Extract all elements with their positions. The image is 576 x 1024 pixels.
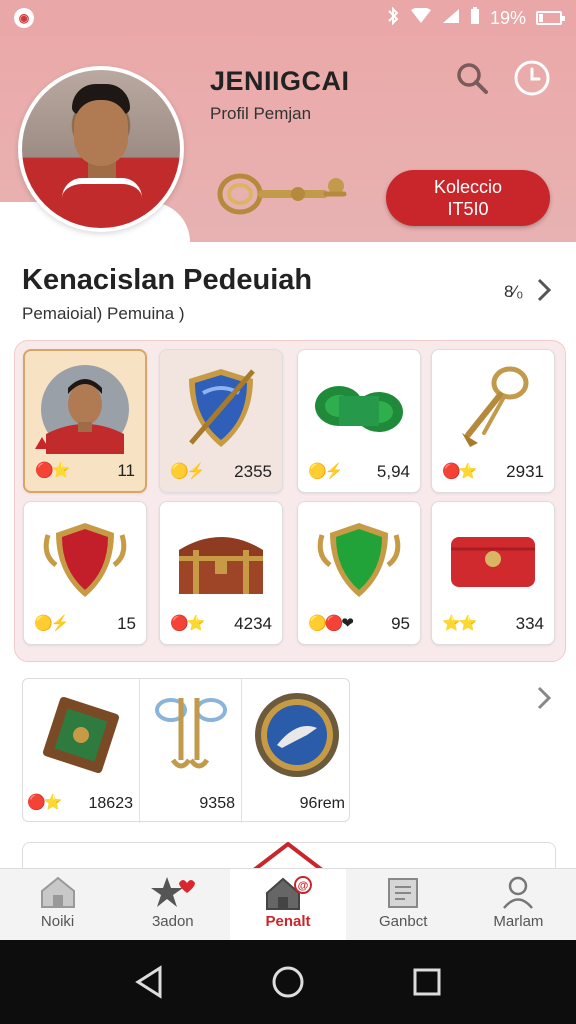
grid-card-player[interactable]: 🔴⭐ 11 <box>23 349 147 493</box>
green-book-icon <box>23 685 139 785</box>
active-tab-indicator <box>252 841 324 872</box>
card-value: 11 <box>117 461 135 480</box>
card-badges: 🔴⭐ <box>170 615 205 632</box>
nav-label: Ganbct <box>379 913 428 930</box>
row-item-scissors-key[interactable]: 9358 <box>139 679 241 823</box>
signal-icon <box>442 8 460 29</box>
card-badges: 🔴⭐ <box>35 462 70 479</box>
home-icon <box>38 875 78 913</box>
section-subtitle: Pemaioial) Pemuina ) <box>22 304 185 323</box>
card-badges: 🟡⚡ <box>170 463 205 480</box>
red-crest-icon <box>24 510 146 610</box>
collection-button-label: Koleccio <box>433 177 503 197</box>
nav-label: Penalt <box>265 913 311 930</box>
grid-card-blue-shield[interactable]: 🟡⚡ 2355 <box>159 349 283 493</box>
nav-item-profile[interactable]: Marlam <box>461 869 576 940</box>
card-value: 2355 <box>234 462 272 481</box>
nav-label: Noiki <box>40 913 75 930</box>
treasure-chest-icon <box>160 510 282 610</box>
system-nav-bar <box>0 940 576 1024</box>
clock-icon[interactable] <box>512 58 552 98</box>
chevron-right-icon[interactable] <box>532 686 556 710</box>
item-value: 96rem <box>299 795 345 812</box>
bottom-nav: Noiki 3adon @ Penalt Ganbct Marlam <box>0 868 576 940</box>
green-scroll-icon <box>298 358 420 458</box>
status-bar: ◉ 19% <box>0 0 576 36</box>
golden-key-icon <box>214 164 354 225</box>
item-value: 18623 <box>88 795 134 812</box>
document-icon <box>385 875 421 913</box>
red-wallet-icon <box>432 510 554 610</box>
chevron-right-icon[interactable] <box>532 278 556 302</box>
collection-button[interactable]: Koleccio IT5I0 <box>386 170 550 226</box>
battery-percent: 19% <box>489 7 526 28</box>
golden-key-item-icon <box>432 358 554 458</box>
row-item-blue-emblem[interactable]: 96rem <box>241 679 351 823</box>
blue-shield-icon <box>160 358 282 458</box>
grid-card-green-shield[interactable]: 🟡🔴❤ 95 <box>297 501 421 645</box>
section-count: 8⁄₀ <box>504 282 524 301</box>
card-value: 2931 <box>506 462 544 481</box>
recents-icon[interactable] <box>405 960 449 1004</box>
svg-text:@: @ <box>298 880 309 892</box>
grid-card-treasure-chest[interactable]: 🔴⭐ 4234 <box>159 501 283 645</box>
grid-card-golden-key[interactable]: 🔴⭐ 2931 <box>431 349 555 493</box>
nav-label: 3adon <box>151 913 194 930</box>
card-badges: 🔴⭐ <box>442 463 477 480</box>
blue-emblem-icon <box>242 685 351 785</box>
card-value: 95 <box>391 614 410 633</box>
scissors-key-icon <box>140 685 241 785</box>
home-badge-icon: @ <box>263 875 313 915</box>
item-badges: 🔴⭐ <box>27 794 62 811</box>
item-row: 🔴⭐ 18623 9358 96rem <box>22 678 351 823</box>
alert-icon <box>35 437 49 449</box>
back-icon[interactable] <box>127 960 171 1004</box>
row-item-green-book[interactable]: 🔴⭐ 18623 <box>23 679 139 823</box>
nav-item-document[interactable]: Ganbct <box>346 869 461 940</box>
card-badges: 🟡🔴❤ <box>308 615 354 632</box>
collection-grid: 🔴⭐ 11 🟡⚡ 2355 🟡⚡ 5,94 🔴⭐ 2931 🟡⚡ 15 🔴⭐ 4… <box>14 340 566 662</box>
collection-button-count: IT5I0 <box>447 199 489 219</box>
green-shield-icon <box>298 510 420 610</box>
card-value: 334 <box>515 614 544 633</box>
profile-header: JENIIGCAI Profil Pemjan Koleccio IT5I0 <box>0 36 576 242</box>
player-photo <box>22 70 180 228</box>
card-badges: 🟡⚡ <box>308 463 343 480</box>
nav-item-active[interactable]: @ Penalt <box>230 869 346 940</box>
card-badges: ⭐⭐ <box>442 615 477 632</box>
card-value: 5,94 <box>376 462 410 481</box>
grid-card-red-wallet[interactable]: ⭐⭐ 334 <box>431 501 555 645</box>
bluetooth-icon <box>386 6 400 30</box>
card-value: 15 <box>117 614 136 633</box>
profile-icon <box>500 875 536 913</box>
battery-small-icon <box>470 6 480 30</box>
section-title: Kenacislan Pedeuiah <box>22 264 313 296</box>
battery-level <box>539 14 543 22</box>
star-heart-icon <box>149 875 197 915</box>
card-value: 4234 <box>234 614 272 633</box>
nav-label: Marlam <box>493 913 544 930</box>
page-title: JENIIGCAI <box>210 66 350 96</box>
wifi-icon <box>410 6 432 29</box>
battery-icon <box>536 11 565 25</box>
card-badges: 🟡⚡ <box>34 615 69 632</box>
status-icons: 19% <box>386 6 565 30</box>
grid-card-green-scroll[interactable]: 🟡⚡ 5,94 <box>297 349 421 493</box>
nav-item-home[interactable]: Noiki <box>0 869 115 940</box>
search-icon[interactable] <box>452 58 492 98</box>
app-notification-icon: ◉ <box>14 8 34 28</box>
page-subtitle: Profil Pemjan <box>210 104 312 123</box>
item-value: 9358 <box>199 795 235 812</box>
avatar[interactable] <box>18 66 184 232</box>
nav-item-badges[interactable]: 3adon <box>115 869 230 940</box>
home-button-icon[interactable] <box>266 960 310 1004</box>
grid-card-red-crest[interactable]: 🟡⚡ 15 <box>23 501 147 645</box>
